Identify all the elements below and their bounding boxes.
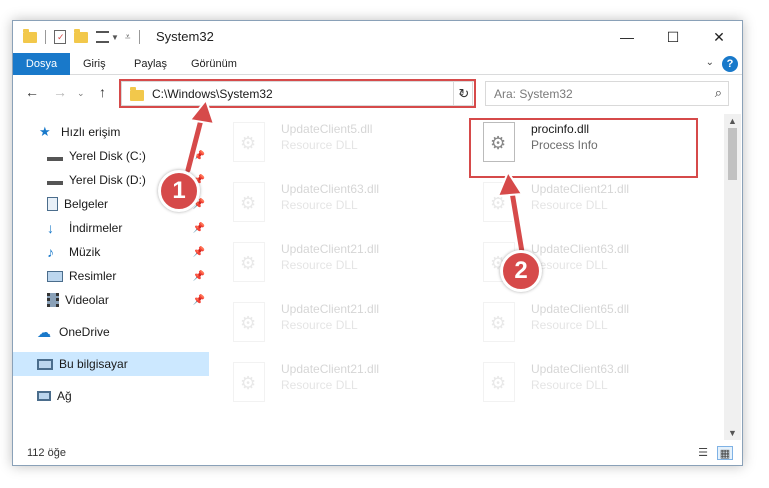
arrow-step-1 [183,97,216,175]
step-2-badge: 2 [500,250,542,292]
step-1-badge: 1 [158,170,200,212]
annotation-arrows [183,97,527,257]
arrow-step-2 [496,169,527,257]
